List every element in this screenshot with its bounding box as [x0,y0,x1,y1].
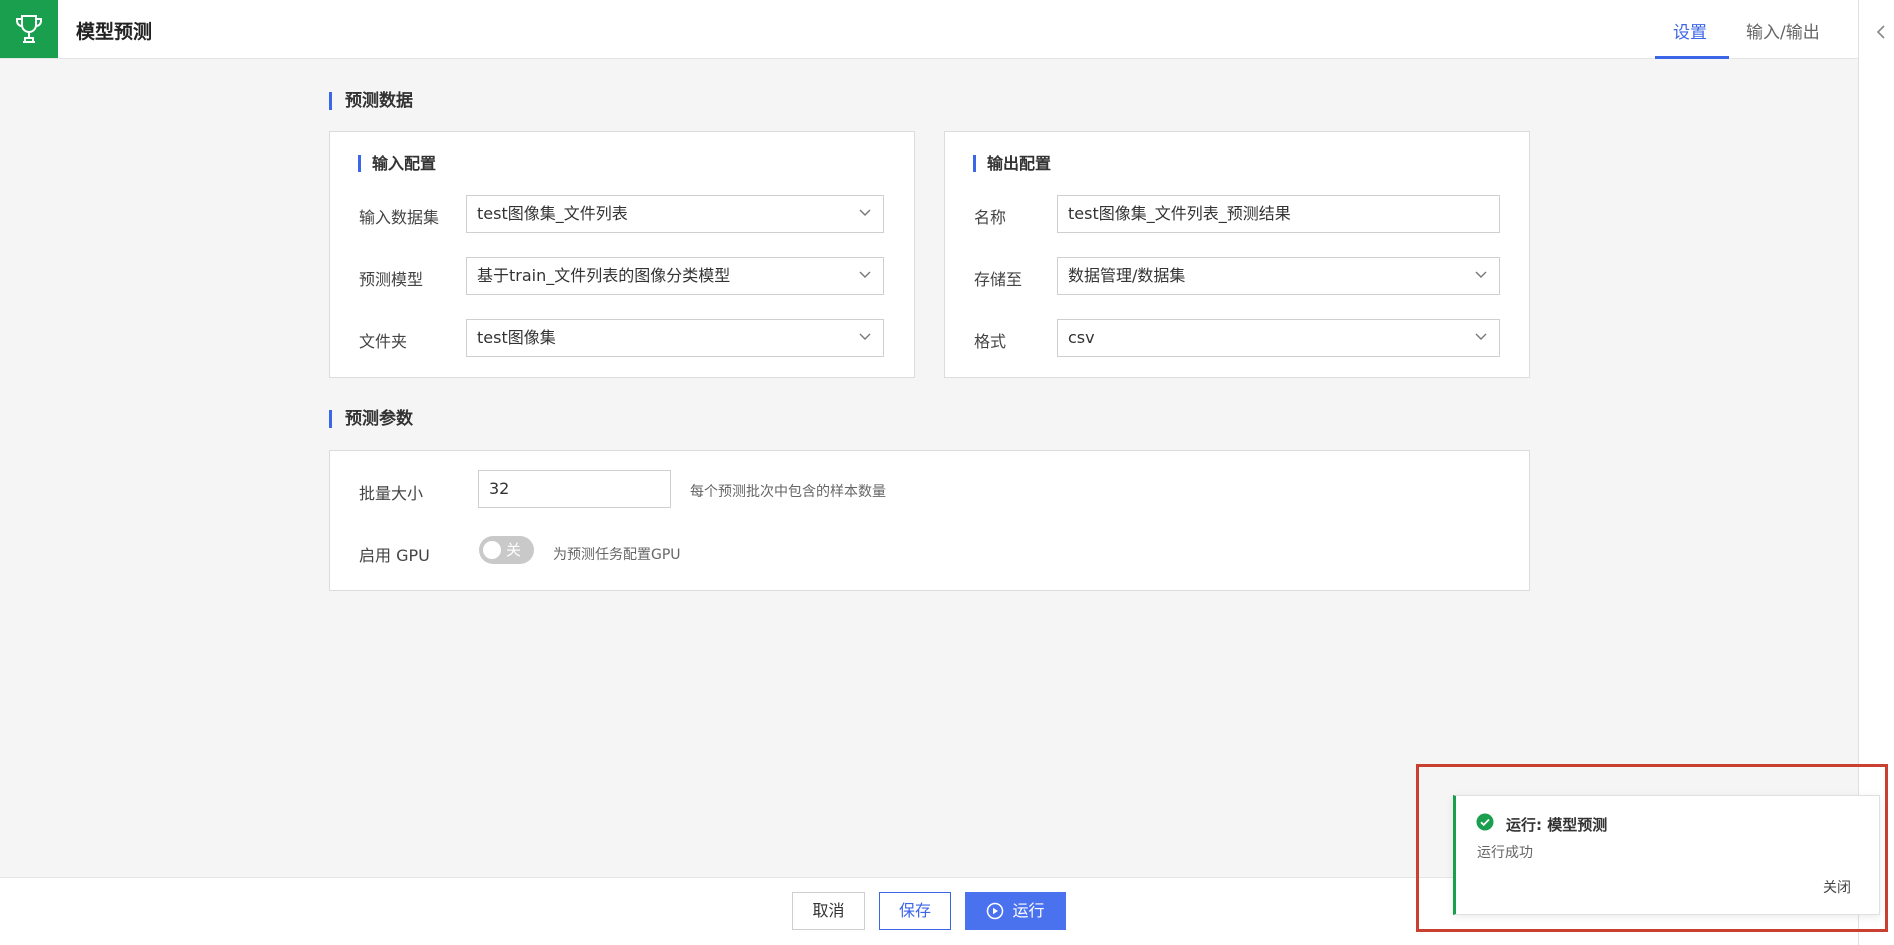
trophy-icon [16,15,42,43]
store-label: 存储至 [974,270,1023,289]
dataset-select[interactable]: test图像集_文件列表 [466,195,884,233]
cancel-button[interactable]: 取消 [792,892,865,930]
dataset-select-value: test图像集_文件列表 [477,204,628,223]
output-name-label: 名称 [974,208,1007,227]
model-label: 预测模型 [359,270,424,289]
save-button[interactable]: 保存 [879,892,951,930]
app-logo [0,0,58,58]
model-select[interactable]: 基于train_文件列表的图像分类模型 [466,257,884,295]
section-title-predict-data: 预测数据 [329,92,413,110]
toast-close-button[interactable]: 关闭 [1823,877,1851,897]
check-circle-icon [1476,813,1494,831]
gpu-toggle-text: 关 [506,541,522,559]
output-name-value: test图像集_文件列表_预测结果 [1068,204,1291,223]
run-toast: 运行: 模型预测 运行成功 关闭 [1453,795,1880,915]
toast-message: 运行成功 [1477,845,1533,861]
folder-select-value: test图像集 [477,328,556,347]
gpu-label: 启用 GPU [359,546,430,565]
output-name-input[interactable]: test图像集_文件列表_预测结果 [1057,195,1500,233]
run-button-label: 运行 [1012,901,1045,920]
folder-label: 文件夹 [359,332,408,351]
chevron-down-icon [859,209,871,216]
toast-title: 运行: 模型预测 [1506,816,1608,834]
chevron-down-icon [1475,333,1487,340]
tab-input-output[interactable]: 输入/输出 [1746,18,1820,43]
gpu-toggle[interactable]: 关 [479,536,534,564]
chevron-down-icon [1475,271,1487,278]
format-select-value: csv [1068,328,1095,347]
model-select-value: 基于train_文件列表的图像分类模型 [477,266,731,285]
tab-settings[interactable]: 设置 [1673,18,1707,43]
batch-size-label: 批量大小 [359,484,424,503]
gpu-hint: 为预测任务配置GPU [553,547,681,563]
input-config-title: 输入配置 [358,155,436,172]
dataset-label: 输入数据集 [359,208,440,227]
toggle-knob [483,541,501,559]
chevron-left-icon[interactable] [1876,24,1886,40]
top-header: 模型预测 设置 输入/输出 [0,0,1858,59]
play-circle-icon [987,902,1004,920]
store-select-value: 数据管理/数据集 [1068,266,1186,285]
chevron-down-icon [859,333,871,340]
folder-select[interactable]: test图像集 [466,319,884,357]
format-select[interactable]: csv [1057,319,1500,357]
run-button[interactable]: 运行 [965,892,1066,930]
page-title: 模型预测 [76,21,153,43]
store-select[interactable]: 数据管理/数据集 [1057,257,1500,295]
batch-size-input[interactable]: 32 [478,470,671,508]
active-tab-indicator [1655,56,1729,59]
output-config-title: 输出配置 [973,155,1051,172]
format-label: 格式 [974,332,1007,351]
section-title-predict-params: 预测参数 [329,410,413,428]
batch-size-hint: 每个预测批次中包含的样本数量 [690,484,886,500]
chevron-down-icon [859,271,871,278]
batch-size-value: 32 [489,479,510,498]
